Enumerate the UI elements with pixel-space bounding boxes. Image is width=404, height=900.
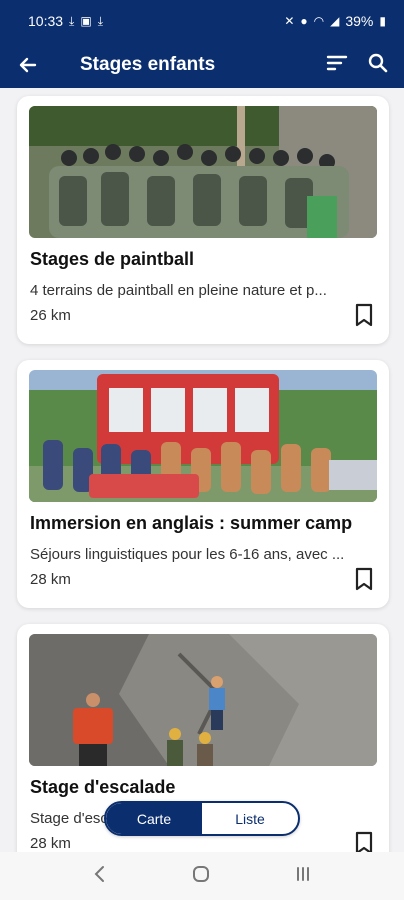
chevron-left-icon bbox=[94, 865, 104, 882]
location-icon: ● bbox=[300, 14, 308, 28]
mute-icon: ✕ bbox=[284, 14, 295, 28]
card-description: Séjours linguistiques pour les 6-16 ans,… bbox=[30, 546, 345, 563]
search-icon bbox=[368, 53, 388, 72]
signal-icon: ◢ bbox=[330, 14, 340, 28]
download-icon: ⤓ bbox=[97, 14, 104, 28]
back-button[interactable] bbox=[12, 49, 44, 81]
summer-camp-photo bbox=[29, 370, 377, 502]
battery-icon: ▮ bbox=[379, 14, 386, 28]
results-list[interactable]: Stages de paintball 4 terrains de paintb… bbox=[0, 88, 404, 852]
nav-home-button[interactable] bbox=[192, 865, 210, 888]
bookmark-icon bbox=[355, 831, 373, 852]
home-icon bbox=[193, 865, 209, 882]
list-view-tab[interactable]: Liste bbox=[202, 803, 298, 834]
image-icon: ▣ bbox=[80, 14, 92, 28]
card-title: Immersion en anglais : summer camp bbox=[30, 513, 353, 533]
card-distance: 28 km bbox=[30, 835, 71, 852]
page-title: Stages enfants bbox=[80, 54, 216, 75]
sort-icon bbox=[326, 55, 348, 70]
bookmark-button[interactable] bbox=[353, 831, 375, 852]
card-title: Stages de paintball bbox=[30, 249, 195, 269]
search-button[interactable] bbox=[368, 53, 388, 78]
card-distance: 28 km bbox=[30, 571, 71, 588]
bookmark-button[interactable] bbox=[353, 303, 375, 327]
download-icon: ⤓ bbox=[69, 14, 75, 28]
nav-recents-button[interactable] bbox=[294, 865, 312, 888]
card-title: Stage d'escalade bbox=[30, 777, 176, 797]
list-item[interactable]: Immersion en anglais : summer camp Séjou… bbox=[17, 360, 389, 608]
app-bar: Stages enfants bbox=[0, 42, 404, 88]
paintball-photo bbox=[29, 106, 377, 238]
list-item[interactable]: Stages de paintball 4 terrains de paintb… bbox=[17, 96, 389, 344]
map-view-tab[interactable]: Carte bbox=[106, 803, 202, 834]
bookmark-icon bbox=[355, 567, 373, 591]
card-distance: 26 km bbox=[30, 307, 71, 324]
status-bar: 10:33 ⤓ ▣ ⤓ ✕ ● ◠ ◢ 39% ▮ bbox=[0, 0, 404, 42]
battery-level: 39% bbox=[345, 13, 374, 29]
card-description: 4 terrains de paintball en pleine nature… bbox=[30, 282, 327, 299]
arrow-left-icon bbox=[19, 57, 37, 73]
view-toggle: Carte Liste bbox=[104, 801, 300, 836]
wifi-icon: ◠ bbox=[313, 14, 325, 28]
nav-back-button[interactable] bbox=[92, 865, 108, 888]
recents-icon bbox=[297, 866, 309, 881]
bookmark-button[interactable] bbox=[353, 567, 375, 591]
sort-button[interactable] bbox=[326, 54, 348, 77]
status-time: 10:33 bbox=[28, 13, 64, 29]
climbing-photo bbox=[29, 634, 377, 766]
bookmark-icon bbox=[355, 303, 373, 327]
system-nav-bar bbox=[0, 852, 404, 900]
